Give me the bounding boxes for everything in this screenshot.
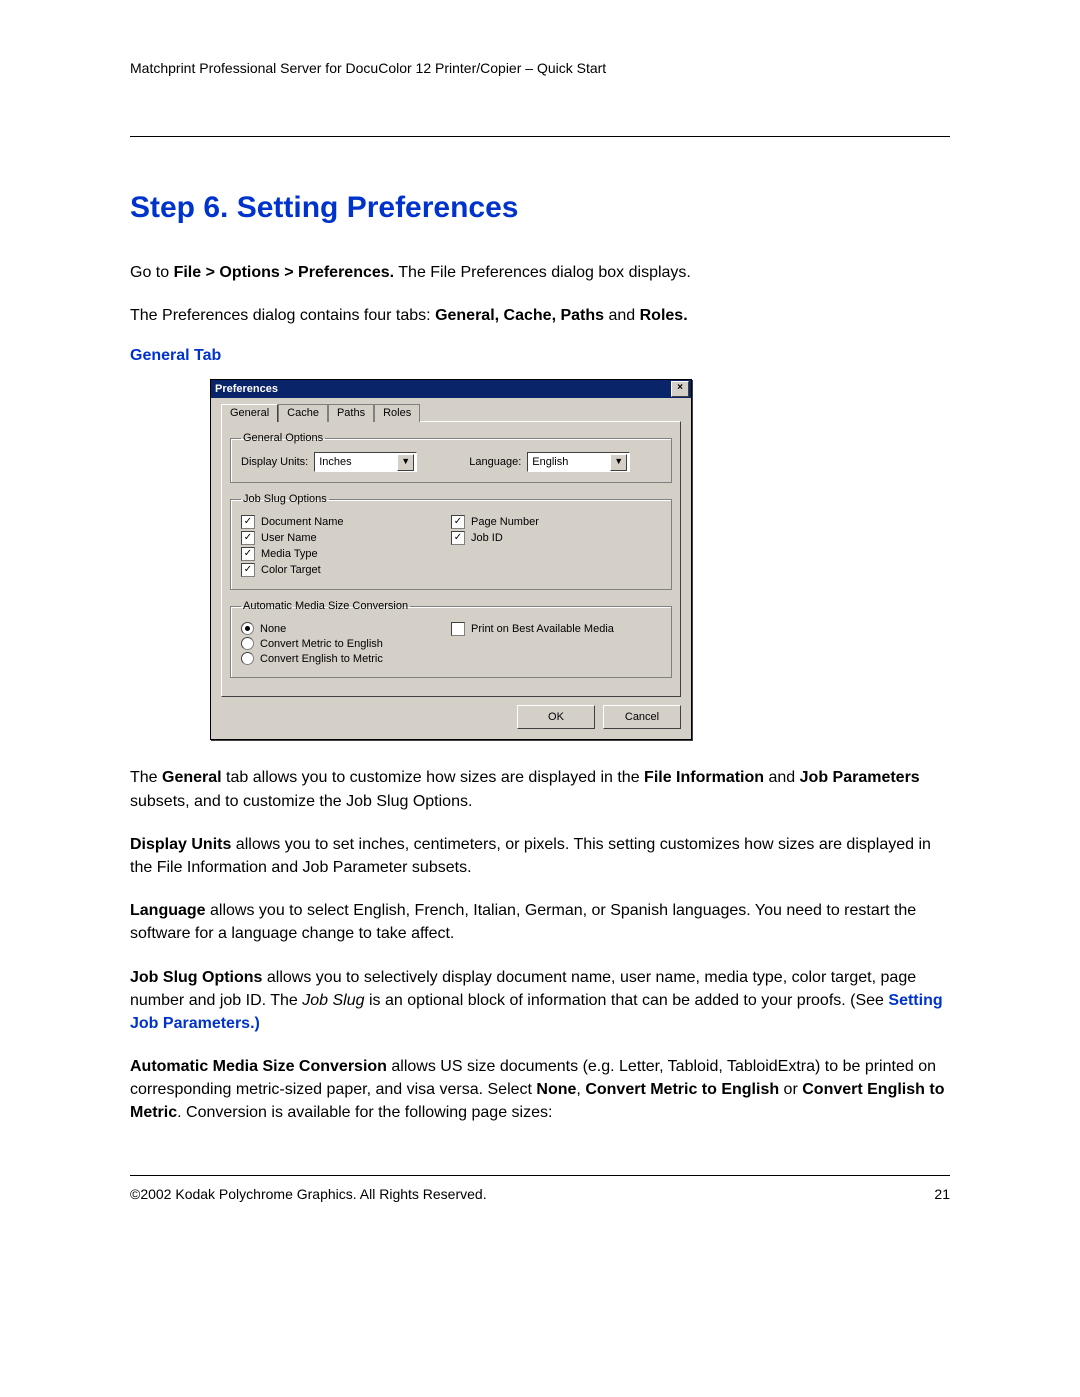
chk-color-target[interactable]: ✓Color Target	[241, 563, 451, 577]
header-rule	[130, 136, 950, 137]
chk-print-best-available[interactable]: Print on Best Available Media	[451, 622, 661, 636]
tab-strip: General Cache Paths Roles	[221, 404, 681, 422]
intro-line-1: Go to File > Options > Preferences. The …	[130, 261, 950, 284]
para-auto-media: Automatic Media Size Conversion allows U…	[130, 1055, 950, 1125]
display-units-label: Display Units:	[241, 456, 308, 468]
radio-english-to-metric[interactable]: Convert English to Metric	[241, 652, 451, 665]
dialog-titlebar: Preferences ×	[211, 380, 691, 398]
tab-paths[interactable]: Paths	[328, 404, 374, 422]
para-job-slug: Job Slug Options allows you to selective…	[130, 966, 950, 1036]
chk-document-name[interactable]: ✓Document Name	[241, 515, 451, 529]
para-language: Language allows you to select English, F…	[130, 899, 950, 945]
group-auto-media-size: Automatic Media Size Conversion None Con…	[230, 600, 672, 678]
chk-job-id[interactable]: ✓Job ID	[451, 531, 661, 545]
cancel-button[interactable]: Cancel	[603, 705, 681, 729]
radio-metric-to-english[interactable]: Convert Metric to English	[241, 637, 451, 650]
tab-panel-general: General Options Display Units: Inches ▼ …	[221, 421, 681, 697]
page-number: 21	[934, 1186, 950, 1202]
chk-media-type[interactable]: ✓Media Type	[241, 547, 451, 561]
group-job-slug-options: Job Slug Options ✓Document Name ✓User Na…	[230, 493, 672, 590]
tab-roles[interactable]: Roles	[374, 404, 420, 422]
chevron-down-icon: ▼	[397, 454, 414, 471]
preferences-dialog: Preferences × General Cache Paths Roles …	[210, 379, 692, 740]
chk-page-number[interactable]: ✓Page Number	[451, 515, 661, 529]
chevron-down-icon: ▼	[610, 454, 627, 471]
tab-cache[interactable]: Cache	[278, 404, 328, 422]
para-general: The General tab allows you to customize …	[130, 766, 950, 812]
language-select[interactable]: English ▼	[527, 452, 630, 472]
dialog-title: Preferences	[215, 383, 278, 395]
page-title: Step 6. Setting Preferences	[130, 191, 950, 225]
close-icon[interactable]: ×	[671, 381, 689, 397]
radio-none[interactable]: None	[241, 622, 451, 635]
tab-general[interactable]: General	[221, 404, 278, 422]
intro-line-2: The Preferences dialog contains four tab…	[130, 304, 950, 327]
page-header: Matchprint Professional Server for DocuC…	[130, 60, 950, 76]
chk-user-name[interactable]: ✓User Name	[241, 531, 451, 545]
group-general-options: General Options Display Units: Inches ▼ …	[230, 432, 672, 483]
copyright: ©2002 Kodak Polychrome Graphics. All Rig…	[130, 1186, 487, 1202]
display-units-select[interactable]: Inches ▼	[314, 452, 417, 472]
page-footer: ©2002 Kodak Polychrome Graphics. All Rig…	[130, 1175, 950, 1202]
para-display-units: Display Units allows you to set inches, …	[130, 833, 950, 879]
ok-button[interactable]: OK	[517, 705, 595, 729]
language-label: Language:	[469, 456, 521, 468]
subheading-general-tab: General Tab	[130, 347, 950, 365]
